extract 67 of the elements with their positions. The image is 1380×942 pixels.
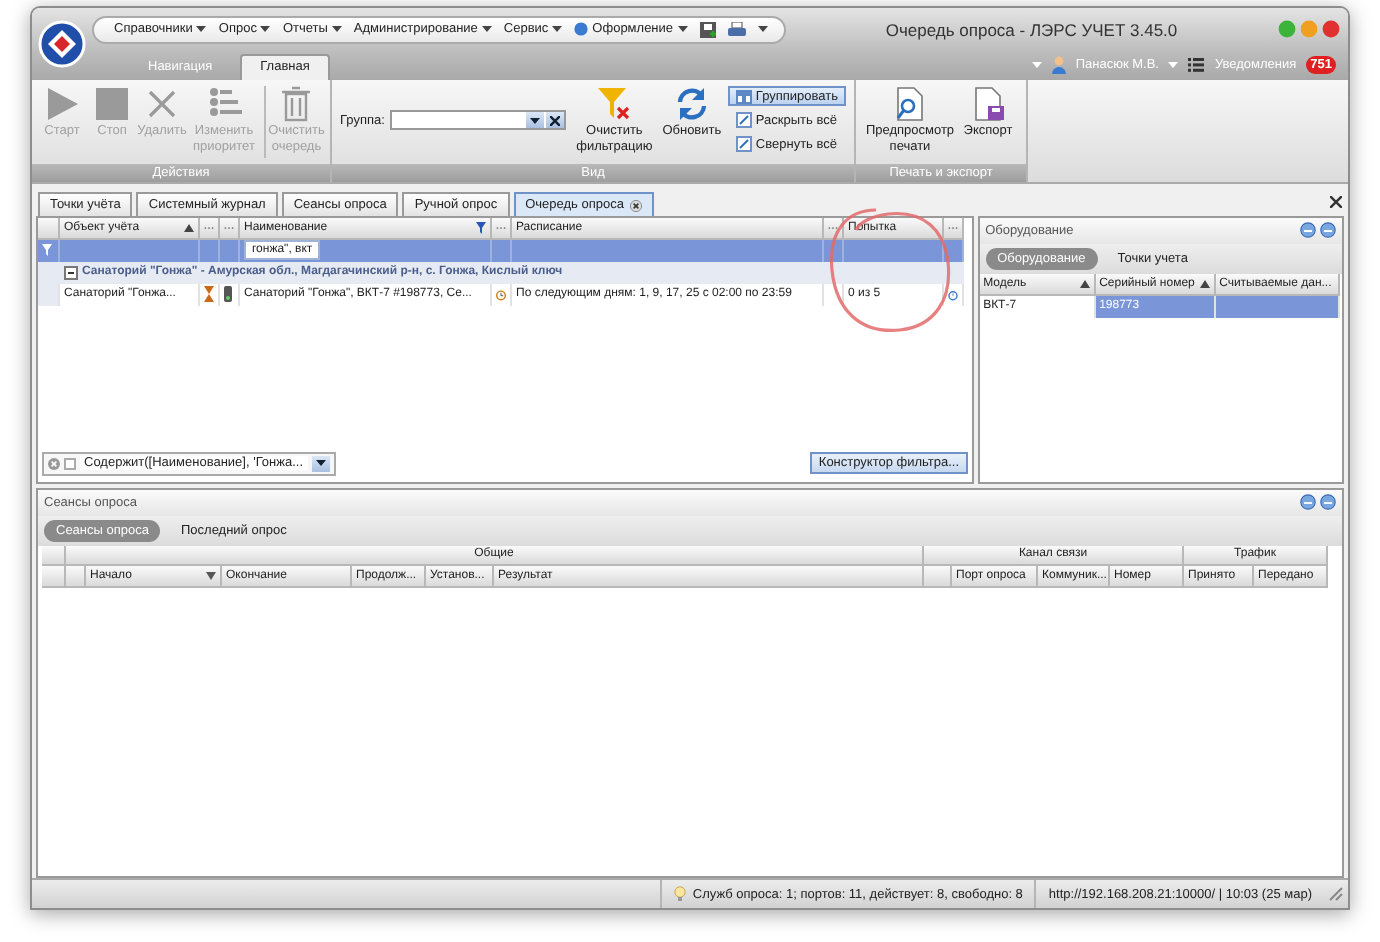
column-header[interactable] bbox=[924, 565, 952, 588]
collapse-icon[interactable] bbox=[64, 265, 78, 280]
lightbulb-icon bbox=[674, 886, 687, 902]
list-icon bbox=[206, 86, 242, 122]
hourglass-icon bbox=[204, 286, 214, 303]
window-title: Очередь опроса - ЛЭРС УЧЕТ 3.45.0 bbox=[883, 19, 1180, 39]
list-icon bbox=[1188, 58, 1205, 72]
user-icon bbox=[1051, 56, 1066, 74]
print-preview-icon bbox=[892, 86, 928, 122]
caret-icon bbox=[1168, 62, 1179, 68]
printer-icon[interactable] bbox=[727, 21, 746, 37]
cross-icon bbox=[144, 86, 180, 122]
filter-cell[interactable] bbox=[220, 239, 240, 262]
row-indicator bbox=[38, 283, 60, 306]
band-header bbox=[42, 545, 66, 566]
panel-button-icon[interactable] bbox=[1320, 222, 1336, 239]
save-icon[interactable] bbox=[699, 21, 716, 37]
group-combo-field[interactable] bbox=[390, 110, 567, 130]
close-icon[interactable] bbox=[629, 199, 642, 212]
collapse-icon bbox=[735, 136, 752, 152]
stop-icon bbox=[94, 86, 130, 122]
maximize-button[interactable] bbox=[1300, 20, 1318, 38]
panel-button-icon[interactable] bbox=[1300, 222, 1316, 239]
filter-icon bbox=[42, 244, 52, 257]
row-indicator bbox=[38, 261, 60, 284]
minimize-button[interactable] bbox=[1278, 20, 1296, 38]
close-button[interactable] bbox=[1322, 20, 1340, 38]
column-header[interactable] bbox=[944, 217, 964, 240]
trash-icon bbox=[278, 86, 315, 122]
app-logo-icon bbox=[38, 20, 86, 68]
filter-cell[interactable] bbox=[38, 239, 60, 262]
resize-grip-icon[interactable] bbox=[1328, 886, 1344, 902]
column-header[interactable] bbox=[66, 565, 86, 588]
caret-icon bbox=[530, 117, 541, 123]
filter-cell[interactable] bbox=[512, 239, 824, 262]
caret-icon bbox=[757, 26, 768, 32]
checkbox-icon[interactable] bbox=[64, 457, 76, 470]
panel-button-icon[interactable] bbox=[1320, 494, 1336, 511]
play-icon bbox=[44, 86, 80, 122]
traffic-light-icon bbox=[224, 286, 232, 303]
column-header[interactable] bbox=[38, 217, 60, 240]
caret-icon bbox=[315, 460, 326, 467]
clear-filter-icon bbox=[596, 86, 633, 122]
caret-icon bbox=[552, 26, 563, 32]
filter-cell[interactable] bbox=[60, 239, 200, 262]
group-icon bbox=[735, 88, 752, 104]
stopwatch-icon bbox=[948, 287, 958, 302]
caret-icon bbox=[331, 26, 342, 32]
column-header[interactable] bbox=[220, 217, 240, 240]
alarm-clock-icon bbox=[496, 287, 506, 302]
column-header[interactable] bbox=[492, 217, 512, 240]
caret-icon bbox=[260, 26, 271, 32]
caret-icon bbox=[677, 26, 688, 32]
panel-button-icon[interactable] bbox=[1300, 494, 1316, 511]
filter-cell[interactable] bbox=[200, 239, 220, 262]
caret-icon bbox=[196, 26, 207, 32]
caret-icon bbox=[481, 26, 492, 32]
caret-icon bbox=[1031, 62, 1042, 68]
column-header[interactable] bbox=[42, 565, 66, 588]
filter-cell[interactable] bbox=[844, 239, 944, 262]
filter-cell[interactable] bbox=[492, 239, 512, 262]
close-icon[interactable] bbox=[1330, 195, 1342, 208]
refresh-icon bbox=[673, 86, 710, 122]
column-header[interactable] bbox=[200, 217, 220, 240]
export-icon bbox=[970, 86, 1006, 122]
expand-icon bbox=[735, 112, 752, 128]
clear-icon bbox=[550, 115, 561, 125]
